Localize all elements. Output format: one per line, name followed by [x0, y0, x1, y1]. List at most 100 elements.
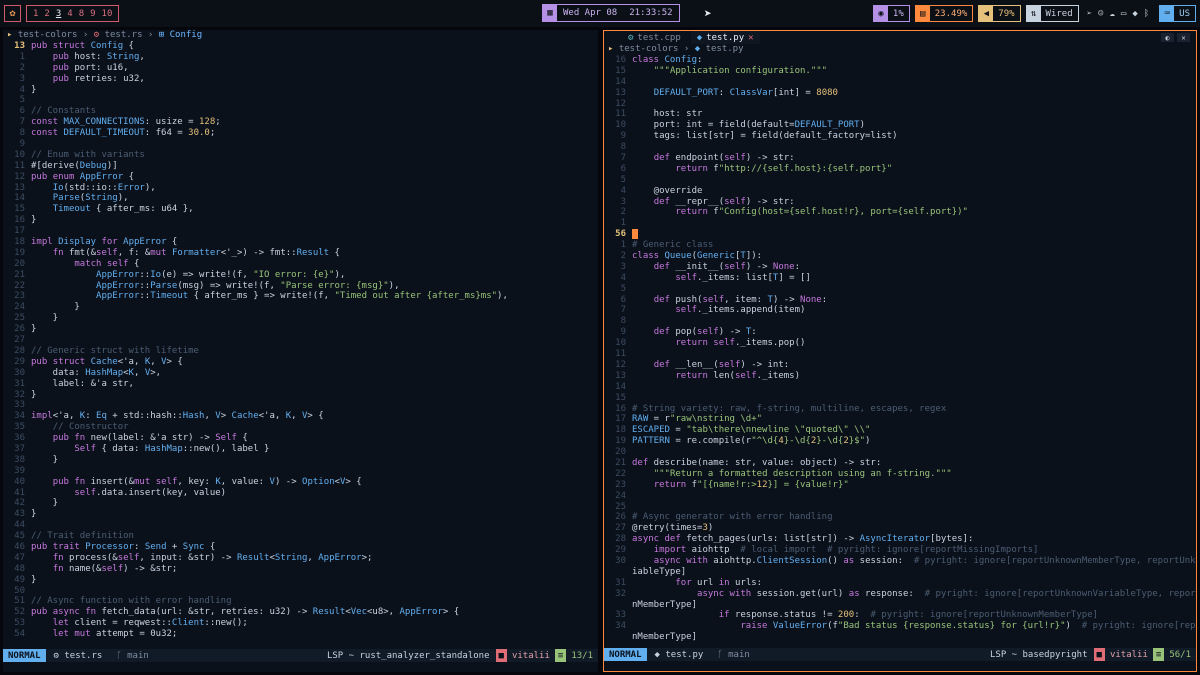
code-line[interactable]: 1 pub host: String,	[3, 52, 598, 63]
code-line[interactable]: 2 pub port: u16,	[3, 63, 598, 74]
code-line[interactable]: 35 // Constructor	[3, 422, 598, 433]
code-line[interactable]: 24 }	[3, 302, 598, 313]
code-area[interactable]: 13 pub struct Config {1 pub host: String,…	[3, 41, 598, 640]
code-line[interactable]: 7 self._items.append(item)	[604, 305, 1196, 316]
code-line[interactable]: 16}	[3, 215, 598, 226]
code-line[interactable]: 10 port: int = field(default=DEFAULT_POR…	[604, 120, 1196, 131]
code-line[interactable]: 49}	[3, 575, 598, 586]
workspace-1[interactable]: 1	[30, 9, 41, 19]
code-line[interactable]: 5	[3, 95, 598, 106]
code-line[interactable]: 56	[604, 229, 1196, 240]
breadcrumb-symbol[interactable]: Config	[170, 30, 203, 40]
code-line[interactable]: 18 impl Display for AppError {	[3, 237, 598, 248]
code-line[interactable]: 1	[604, 218, 1196, 229]
workspace-4[interactable]: 4	[64, 9, 75, 19]
code-line[interactable]: 2 class Queue(Generic[T]):	[604, 251, 1196, 262]
code-line[interactable]: 25 }	[3, 313, 598, 324]
code-line[interactable]: 24	[604, 491, 1196, 502]
code-line[interactable]: 13 pub struct Config {	[3, 41, 598, 52]
code-area[interactable]: 16 class Config: 15 """Application configu…	[604, 55, 1196, 643]
gamepad-icon[interactable]: ◆	[1132, 9, 1137, 19]
code-line[interactable]: 2 return f"Config(host={self.host!r}, po…	[604, 207, 1196, 218]
code-line[interactable]: 13 Io(std::io::Error),	[3, 183, 598, 194]
code-line[interactable]: 43}	[3, 509, 598, 520]
code-line[interactable]: 27 @retry(times=3)	[604, 523, 1196, 534]
bluetooth-icon[interactable]: ᛒ	[1144, 9, 1149, 19]
code-line[interactable]: 8	[604, 142, 1196, 153]
code-line[interactable]: 53 let client = reqwest::Client::new();	[3, 618, 598, 629]
code-line[interactable]: 33	[3, 400, 598, 411]
code-line[interactable]: 11 host: str	[604, 109, 1196, 120]
code-line[interactable]: 23 AppError::Timeout { after_ms } => wri…	[3, 291, 598, 302]
code-line[interactable]: 15 """Application configuration."""	[604, 66, 1196, 77]
code-line[interactable]: 47 fn process(&self, input: &str) -> Res…	[3, 553, 598, 564]
code-line[interactable]: 3 pub retries: u32,	[3, 74, 598, 85]
launcher-gear-icon[interactable]: ✿	[4, 5, 21, 22]
code-line[interactable]: 28 async def fetch_pages(urls: list[str])…	[604, 534, 1196, 545]
code-line[interactable]: 31 label: &'a str,	[3, 379, 598, 390]
code-line[interactable]: 20 match self {	[3, 259, 598, 270]
code-line[interactable]: 28 // Generic struct with lifetime	[3, 346, 598, 357]
code-line[interactable]: 16 # String variety: raw, f-string, multi…	[604, 404, 1196, 415]
screen-icon[interactable]: ▭	[1121, 9, 1126, 19]
breadcrumb-file[interactable]: test.py	[706, 44, 744, 54]
split-icon[interactable]: ◐	[1161, 33, 1174, 42]
code-line[interactable]: 12 def __len__(self) -> int:	[604, 360, 1196, 371]
code-line[interactable]: 12 pub enum AppError {	[3, 172, 598, 183]
code-line[interactable]: 23 return f"[{name!r:>12}] = {value!r}"	[604, 480, 1196, 491]
code-line[interactable]: 8 const DEFAULT_TIMEOUT: f64 = 30.0;	[3, 128, 598, 139]
code-line[interactable]: 4}	[3, 85, 598, 96]
code-line[interactable]: 10 // Enum with variants	[3, 150, 598, 161]
workspace-10[interactable]: 10	[99, 9, 116, 19]
code-line[interactable]: 30 data: HashMap<K, V>,	[3, 368, 598, 379]
memory-module[interactable]: ▤ 23.49%	[914, 5, 974, 22]
code-line[interactable]: 12	[604, 99, 1196, 110]
code-line[interactable]: 4 @override	[604, 186, 1196, 197]
code-line[interactable]: 44	[3, 520, 598, 531]
breadcrumb-folder[interactable]: test-colors	[18, 30, 78, 40]
code-line[interactable]: 1 # Generic class	[604, 240, 1196, 251]
code-line[interactable]: iableType]	[604, 567, 1196, 578]
code-line[interactable]: 3 def __init__(self) -> None:	[604, 262, 1196, 273]
code-line[interactable]: nMemberType]	[604, 632, 1196, 643]
code-line[interactable]: 50	[3, 586, 598, 597]
workspace-2[interactable]: 2	[41, 9, 52, 19]
code-line[interactable]: 17 RAW = r"raw\nstring \d+"	[604, 414, 1196, 425]
code-line[interactable]: 6 def push(self, item: T) -> None:	[604, 295, 1196, 306]
code-line[interactable]: 6 // Constants	[3, 106, 598, 117]
code-line[interactable]: 46 pub trait Processor: Send + Sync {	[3, 542, 598, 553]
code-line[interactable]: 32 async with session.get(url) as respon…	[604, 589, 1196, 600]
network-module[interactable]: ⇅ Wired	[1025, 5, 1079, 22]
code-line[interactable]: 11 #[derive(Debug)]	[3, 161, 598, 172]
code-line[interactable]: 8	[604, 316, 1196, 327]
cpu-module[interactable]: ◉ 1%	[872, 5, 910, 22]
code-line[interactable]: 7 def endpoint(self) -> str:	[604, 153, 1196, 164]
code-line[interactable]: 37 Self { data: HashMap::new(), label }	[3, 444, 598, 455]
tab-test-py[interactable]: ◆ test.py ✕	[690, 31, 760, 44]
code-line[interactable]: 17	[3, 226, 598, 237]
code-line[interactable]: nMemberType]	[604, 600, 1196, 611]
code-line[interactable]: 16 class Config:	[604, 55, 1196, 66]
tab-test-cpp[interactable]: ⚙ test.cpp	[622, 31, 687, 44]
code-line[interactable]: 52 pub async fn fetch_data(url: &str, ret…	[3, 607, 598, 618]
code-line[interactable]: 4 self._items: list[T] = []	[604, 273, 1196, 284]
close-icon[interactable]: ✕	[1177, 33, 1190, 42]
left-editor-pane[interactable]: ▸ test-colors › ⚙ test.rs › ⊞ Config 13 p…	[3, 30, 598, 672]
breadcrumb-file[interactable]: test.rs	[105, 30, 143, 40]
code-line[interactable]: 9	[3, 139, 598, 150]
code-line[interactable]: 14	[604, 77, 1196, 88]
code-line[interactable]: 19 PATTERN = re.compile(r"^\d{4}-\d{2}-\d…	[604, 436, 1196, 447]
code-line[interactable]: 26}	[3, 324, 598, 335]
workspace-9[interactable]: 9	[87, 9, 98, 19]
code-line[interactable]: 5	[604, 175, 1196, 186]
code-line[interactable]: 7 const MAX_CONNECTIONS: usize = 128;	[3, 117, 598, 128]
code-line[interactable]: 10 return self._items.pop()	[604, 338, 1196, 349]
code-line[interactable]: 15	[604, 393, 1196, 404]
code-line[interactable]: 54 let mut attempt = 0u32;	[3, 629, 598, 640]
workspace-8[interactable]: 8	[76, 9, 87, 19]
code-line[interactable]: 40 pub fn insert(&mut self, key: K, valu…	[3, 477, 598, 488]
code-line[interactable]: 27	[3, 335, 598, 346]
volume-module[interactable]: ◀ 79%	[978, 5, 1021, 22]
code-line[interactable]: 18 ESCAPED = "tab\there\nnewline \"quoted…	[604, 425, 1196, 436]
code-line[interactable]: 21 AppError::Io(e) => write!(f, "IO erro…	[3, 270, 598, 281]
